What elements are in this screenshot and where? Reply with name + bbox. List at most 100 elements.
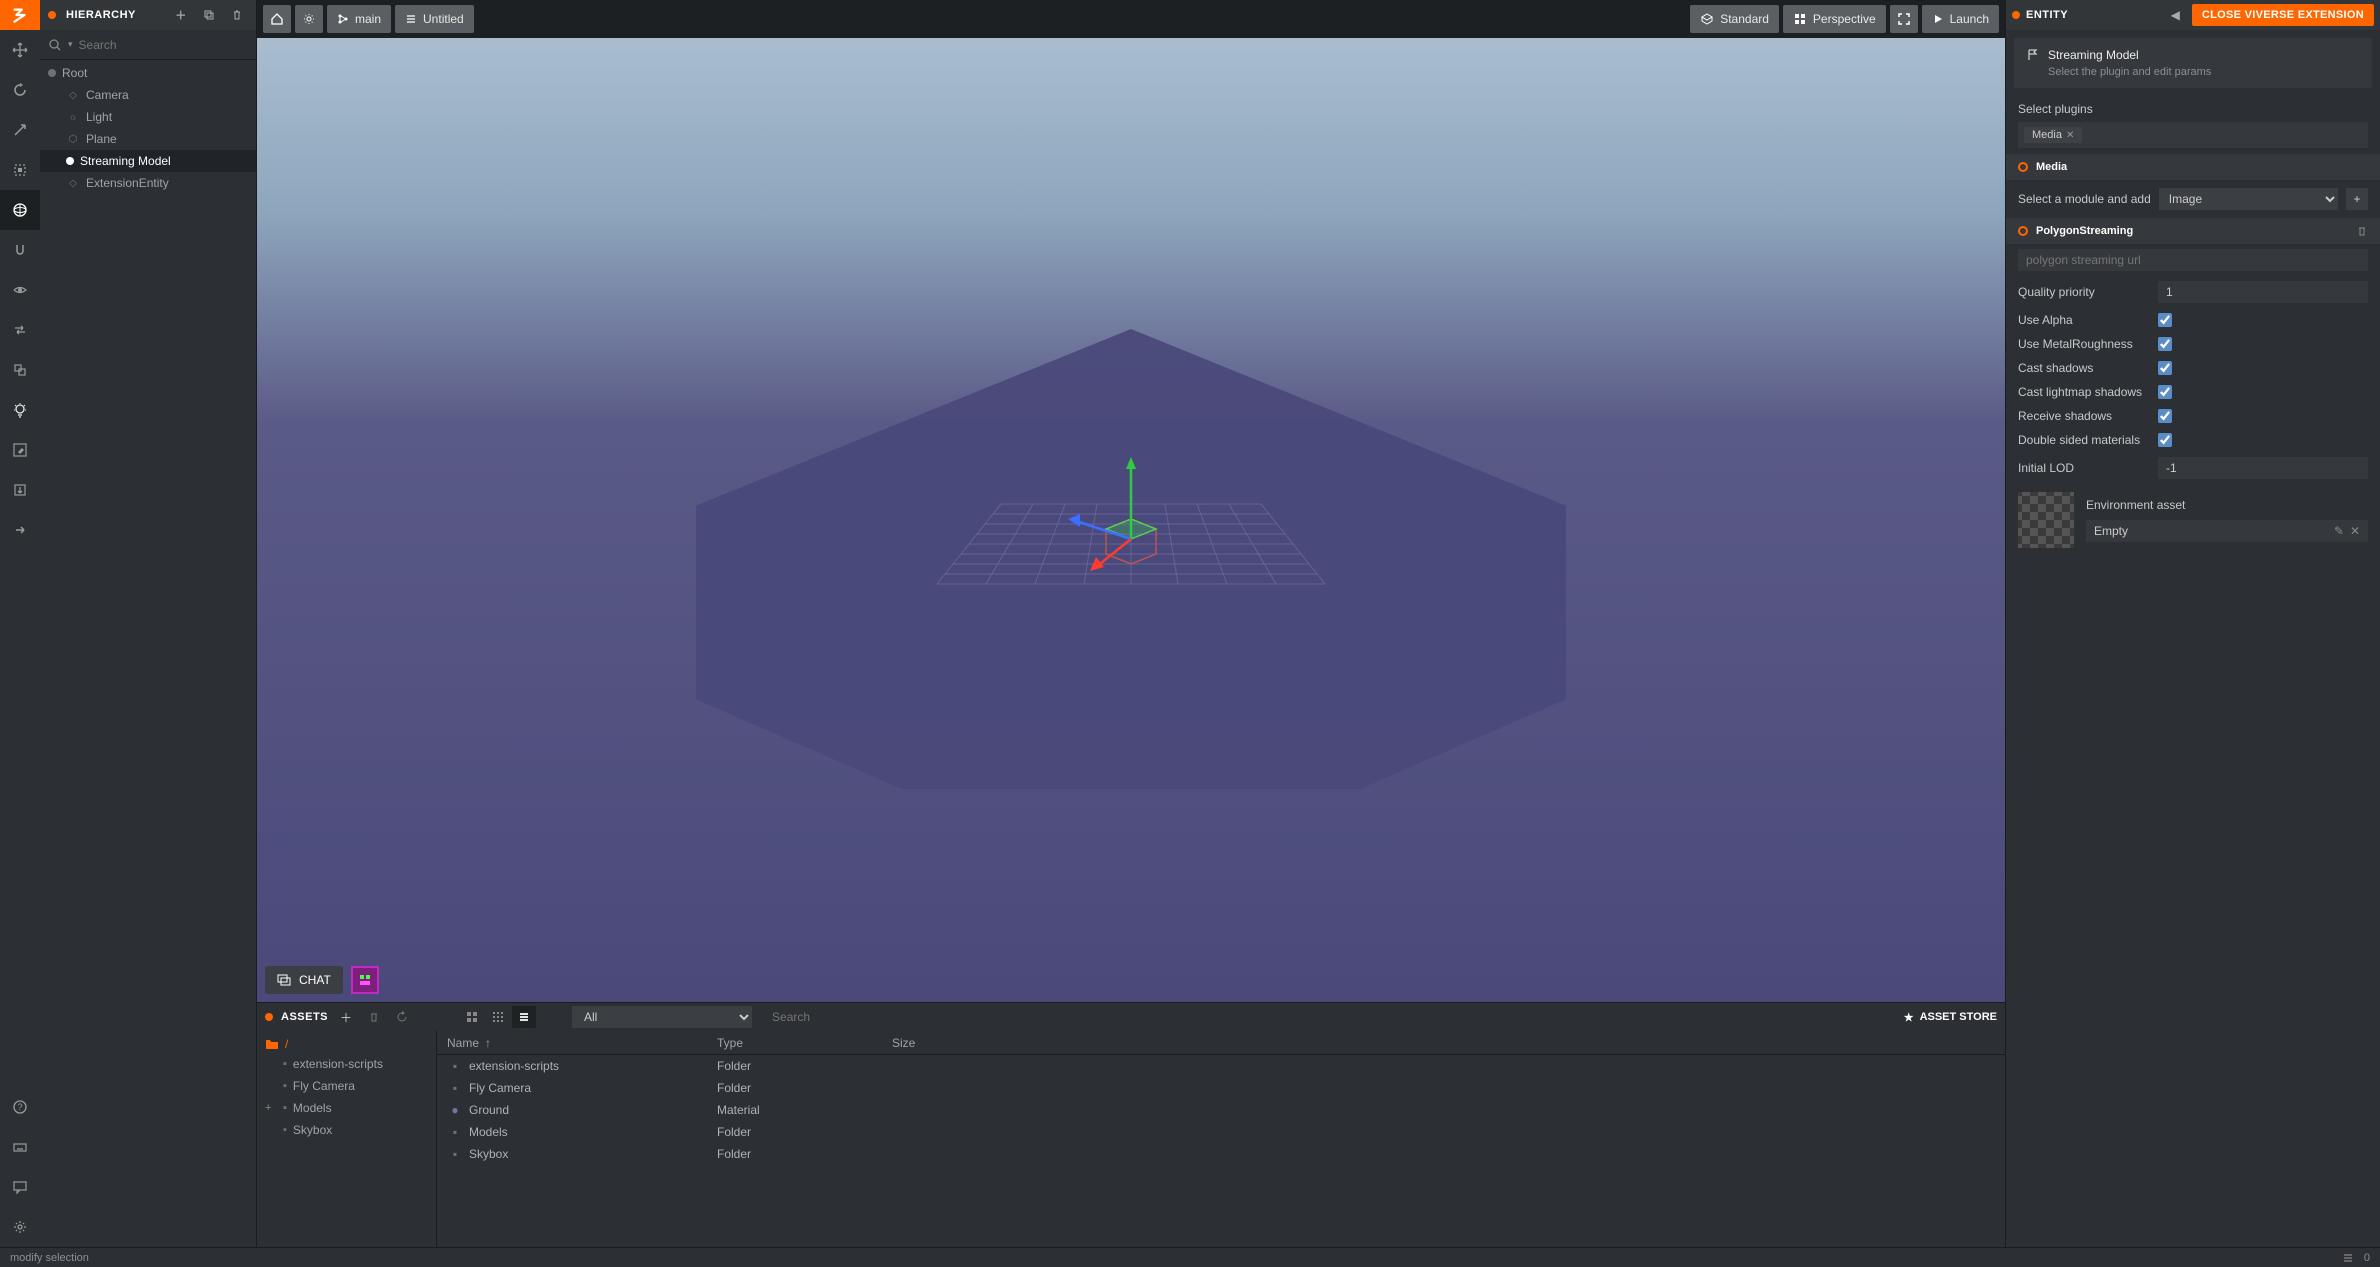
search-dropdown-icon[interactable]: ▾ <box>68 39 73 50</box>
tree-root[interactable]: Root <box>40 62 256 84</box>
scene-button[interactable]: Untitled <box>395 5 474 33</box>
cast-lm-checkbox[interactable] <box>2158 385 2172 399</box>
delete-entity-icon[interactable] <box>226 4 248 26</box>
asset-tree-label: Skybox <box>293 1123 332 1137</box>
asset-filter-select[interactable]: All <box>572 1006 752 1028</box>
help-icon[interactable]: ? <box>0 1087 40 1127</box>
next-tool-icon[interactable] <box>0 510 40 550</box>
column-size[interactable]: Size <box>892 1036 972 1050</box>
app-logo[interactable] <box>0 0 40 30</box>
snap-tool-icon[interactable] <box>0 230 40 270</box>
tree-item-plane[interactable]: ⬡ Plane <box>40 128 256 150</box>
receive-shadows-label: Receive shadows <box>2018 409 2148 423</box>
streaming-model-box: Streaming Model Select the plugin and ed… <box>2014 38 2372 88</box>
asset-tree-folder[interactable]: ▪Skybox <box>257 1119 436 1141</box>
asset-search-input[interactable] <box>760 1010 1896 1024</box>
hierarchy-title: HIERARCHY <box>66 9 164 21</box>
feedback-icon[interactable] <box>0 1167 40 1207</box>
lightbulb-tool-icon[interactable] <box>0 390 40 430</box>
chat-button[interactable]: CHAT <box>265 966 343 994</box>
world-tool-icon[interactable] <box>0 190 40 230</box>
status-log-icon[interactable] <box>2342 1252 2354 1264</box>
left-tool-rail: ? <box>0 0 40 1267</box>
tree-item-light[interactable]: ☼Light <box>40 106 256 128</box>
env-value-field[interactable]: Empty ✎ ✕ <box>2086 520 2368 542</box>
center-column: main Untitled Standard Perspective Launc… <box>257 0 2005 1267</box>
asset-tree-folder[interactable]: +▪Models <box>257 1097 436 1119</box>
tree-item-camera[interactable]: ◇Camera <box>40 84 256 106</box>
env-thumbnail[interactable] <box>2018 492 2074 548</box>
add-entity-icon[interactable]: ＋ <box>170 4 192 26</box>
mesh-icon: ⬡ <box>66 134 80 145</box>
quality-input[interactable] <box>2158 281 2368 303</box>
rotate-tool-icon[interactable] <box>0 70 40 110</box>
swap-tool-icon[interactable] <box>0 310 40 350</box>
viewport-toolbar: main Untitled Standard Perspective Launc… <box>257 0 2005 38</box>
column-type[interactable]: Type <box>717 1036 892 1050</box>
asset-row[interactable]: ▪ModelsFolder <box>437 1121 2005 1143</box>
asset-row-type: Folder <box>717 1059 892 1073</box>
view-mode-button[interactable]: Standard <box>1690 5 1779 33</box>
tree-item-extension-entity[interactable]: ◇ExtensionEntity <box>40 172 256 194</box>
asset-row-type: Folder <box>717 1147 892 1161</box>
close-extension-button[interactable]: CLOSE VIVERSE EXTENSION <box>2192 4 2374 26</box>
resize-tool-icon[interactable] <box>0 150 40 190</box>
tree-item-label: Plane <box>86 132 117 146</box>
keyboard-icon[interactable] <box>0 1127 40 1167</box>
assets-root-folder[interactable]: / <box>257 1035 436 1053</box>
launch-button[interactable]: Launch <box>1922 5 1999 33</box>
polygon-url-input[interactable] <box>2018 249 2368 271</box>
settings-button[interactable] <box>295 5 323 33</box>
grid-large-view-icon[interactable] <box>460 1006 484 1028</box>
expand-icon[interactable]: + <box>265 1102 271 1114</box>
transfer-tool-icon[interactable] <box>0 350 40 390</box>
edit-icon[interactable]: ✎ <box>2334 524 2344 538</box>
asset-row[interactable]: ●GroundMaterial <box>437 1099 2005 1121</box>
double-sided-checkbox[interactable] <box>2158 433 2172 447</box>
delete-section-icon[interactable] <box>2356 225 2368 237</box>
asset-tree-folder[interactable]: ▪extension-scripts <box>257 1053 436 1075</box>
grid-small-view-icon[interactable] <box>486 1006 510 1028</box>
viewport-3d[interactable]: CHAT <box>257 38 2005 1002</box>
home-button[interactable] <box>263 5 291 33</box>
media-section-header[interactable]: Media <box>2006 154 2380 180</box>
tree-item-streaming-model[interactable]: Streaming Model <box>40 150 256 172</box>
asset-row[interactable]: ▪Fly CameraFolder <box>437 1077 2005 1099</box>
visibility-tool-icon[interactable] <box>0 270 40 310</box>
add-module-button[interactable]: + <box>2346 188 2368 210</box>
asset-row[interactable]: ▪SkyboxFolder <box>437 1143 2005 1165</box>
asset-store-button[interactable]: ★ASSET STORE <box>1904 1011 1997 1024</box>
use-mr-checkbox[interactable] <box>2158 337 2172 351</box>
list-view-icon[interactable] <box>512 1006 536 1028</box>
refresh-asset-icon[interactable] <box>392 1007 412 1027</box>
initial-lod-input[interactable] <box>2158 457 2368 479</box>
asset-tree-folder[interactable]: ▪Fly Camera <box>257 1075 436 1097</box>
delete-asset-icon[interactable] <box>364 1007 384 1027</box>
user-avatar[interactable] <box>351 966 379 994</box>
receive-shadows-checkbox[interactable] <box>2158 409 2172 423</box>
polygon-section-header[interactable]: PolygonStreaming <box>2006 218 2380 244</box>
asset-row[interactable]: ▪extension-scriptsFolder <box>437 1055 2005 1077</box>
duplicate-entity-icon[interactable] <box>198 4 220 26</box>
remove-chip-icon[interactable]: ✕ <box>2066 130 2074 141</box>
clear-icon[interactable]: ✕ <box>2350 524 2360 538</box>
branch-button[interactable]: main <box>327 5 391 33</box>
projection-button[interactable]: Perspective <box>1783 5 1886 33</box>
column-name[interactable]: Name↑ <box>437 1036 717 1050</box>
module-select[interactable]: Image <box>2159 188 2338 210</box>
view-mode-label: Standard <box>1720 12 1769 26</box>
use-alpha-checkbox[interactable] <box>2158 313 2172 327</box>
plugin-chip[interactable]: Media✕ <box>2024 127 2082 143</box>
hierarchy-search-input[interactable] <box>79 38 248 52</box>
chat-bar: CHAT <box>265 966 379 994</box>
settings-icon[interactable] <box>0 1207 40 1247</box>
module-select-row: Select a module and add Image + <box>2006 180 2380 218</box>
move-tool-icon[interactable] <box>0 30 40 70</box>
add-asset-icon[interactable]: ＋ <box>336 1007 356 1027</box>
fullscreen-button[interactable] <box>1890 5 1918 33</box>
import-tool-icon[interactable] <box>0 470 40 510</box>
scale-tool-icon[interactable] <box>0 110 40 150</box>
edit-tool-icon[interactable] <box>0 430 40 470</box>
collapse-inspector-icon[interactable]: ◀ <box>2165 8 2186 22</box>
cast-shadows-checkbox[interactable] <box>2158 361 2172 375</box>
